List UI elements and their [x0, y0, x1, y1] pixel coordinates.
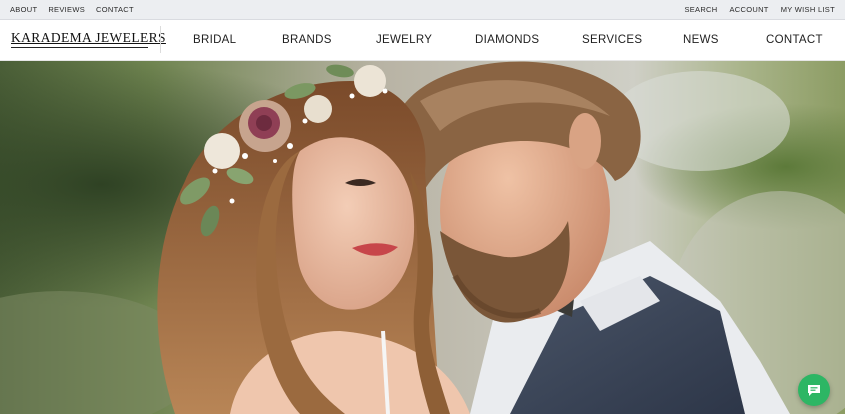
- nav-item-news[interactable]: NEWS: [683, 33, 719, 47]
- nav-item-services[interactable]: SERVICES: [582, 33, 642, 47]
- utility-bar: ABOUT REVIEWS CONTACT SEARCH ACCOUNT MY …: [0, 0, 845, 20]
- utility-link-search[interactable]: SEARCH: [684, 5, 717, 14]
- main-header: KARADEMA JEWELERS BRIDAL BRANDS JEWELRY …: [0, 20, 845, 61]
- chat-button[interactable]: [798, 374, 830, 406]
- utility-link-account[interactable]: ACCOUNT: [730, 5, 769, 14]
- utility-link-reviews[interactable]: REVIEWS: [48, 5, 85, 14]
- nav-item-diamonds[interactable]: DIAMONDS: [475, 33, 539, 47]
- main-nav: BRIDAL BRANDS JEWELRY DIAMONDS SERVICES …: [0, 20, 845, 61]
- utility-link-contact[interactable]: CONTACT: [96, 5, 134, 14]
- nav-item-contact[interactable]: CONTACT: [766, 33, 823, 47]
- utility-right-links: SEARCH ACCOUNT MY WISH LIST: [672, 5, 835, 14]
- hero-couple-illustration: [0, 61, 845, 414]
- hero-image: [0, 61, 845, 414]
- utility-left-links: ABOUT REVIEWS CONTACT: [10, 5, 145, 14]
- nav-item-bridal[interactable]: BRIDAL: [193, 33, 236, 47]
- chat-bubble-icon: [808, 385, 820, 396]
- nav-item-jewelry[interactable]: JEWELRY: [376, 33, 432, 47]
- utility-link-about[interactable]: ABOUT: [10, 5, 37, 14]
- nav-item-brands[interactable]: BRANDS: [282, 33, 332, 47]
- utility-link-wishlist[interactable]: MY WISH LIST: [781, 5, 835, 14]
